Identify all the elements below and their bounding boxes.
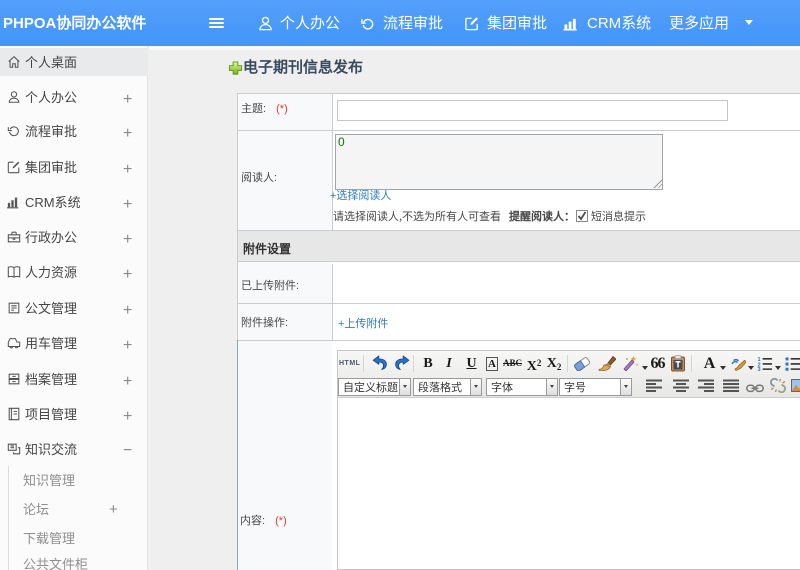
svg-text:3: 3 bbox=[757, 367, 760, 371]
